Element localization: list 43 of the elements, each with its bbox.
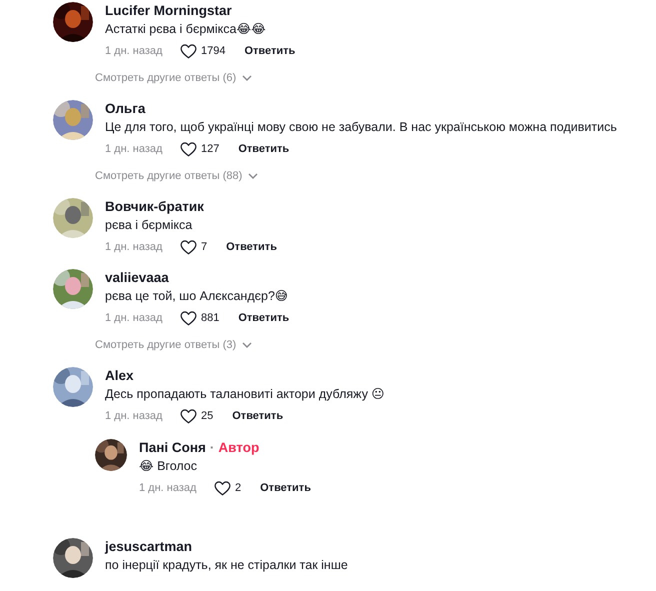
heart-icon [180,240,197,254]
like-count: 881 [201,310,220,326]
comment-text: Астаткі рєва і бєрмікса😂😂 [105,21,267,38]
heart-icon [180,142,197,156]
author-name[interactable]: Вовчик-братик [105,198,277,216]
timestamp: 1 дн. назад [105,44,164,59]
author-name[interactable]: valiievaaa [105,269,290,287]
timestamp: 1 дн. назад [105,142,164,157]
author-name[interactable]: jesuscartman [105,538,348,556]
chevron-down-icon [242,342,252,348]
heart-icon [180,408,197,424]
comment-text: по інерції крадуть, як не стіралки так інше [105,557,348,574]
comment-text: Це для того, щоб українці мову свою не забували. В нас українською можна подивитись [105,119,617,136]
reply-link[interactable]: Ответить [226,238,277,256]
timestamp: 1 дн. назад [105,310,164,326]
reply-link[interactable]: Ответить [232,408,284,424]
comment-text: Десь пропадають талановиті актори дубляжу 😐 [105,386,384,403]
heart-icon [180,310,197,326]
author-name[interactable]: Ольга [105,100,617,118]
reply-link[interactable]: Ответить [260,480,311,496]
reply-link[interactable]: Ответить [238,310,290,326]
reply-link[interactable]: Ответить [238,140,290,158]
author-name[interactable]: Alex [105,367,384,385]
chevron-down-icon [248,173,258,179]
reply-link[interactable]: Ответить [244,42,296,60]
timestamp: 1 дн. назад [139,480,198,496]
like-count: 1794 [201,44,226,59]
timestamp: 1 дн. назад [105,408,164,424]
heart-icon [214,480,231,496]
comment-text: 😂 Вголос [139,458,198,475]
like-count: 7 [201,240,208,255]
chevron-down-icon [242,75,252,81]
like-count: 25 [201,408,214,424]
comment-text: рєва і бєрмікса [105,217,194,234]
author-name: Пані Соня [139,440,206,455]
comment-text: рєва це той, шо Алєксандєр?😅 [105,288,289,305]
heart-icon [180,44,197,58]
author-name[interactable]: Lucifer Morningstar [105,2,296,20]
like-count: 127 [201,142,220,157]
separator-dot: · [210,440,214,455]
author-label: Автор [218,440,260,455]
timestamp: 1 дн. назад [105,240,164,255]
like-count: 2 [235,480,242,496]
